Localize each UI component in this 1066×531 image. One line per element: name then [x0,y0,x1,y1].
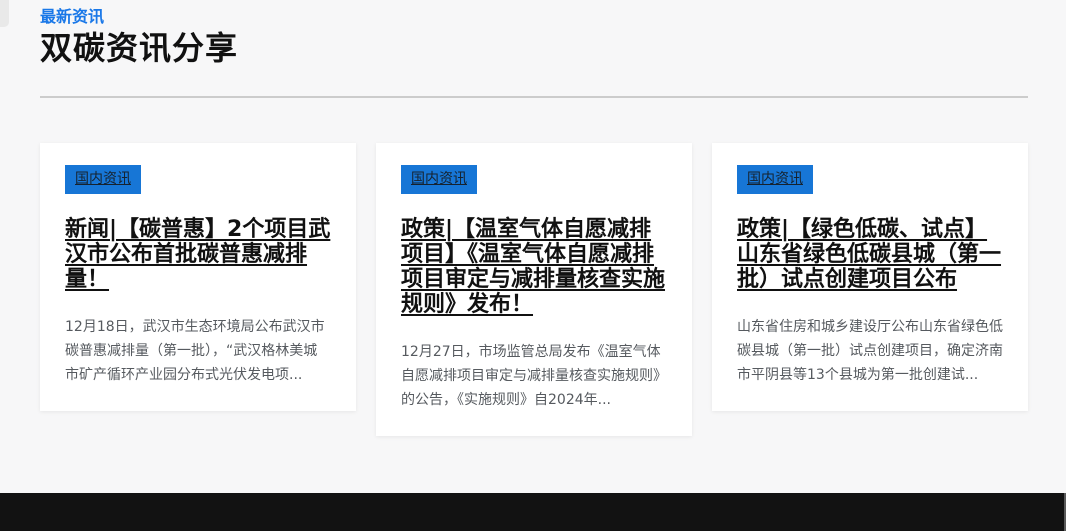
section-divider [40,96,1028,98]
section-header: 最新资讯 双碳资讯分享 [40,7,1028,65]
news-card-list: 国内资讯 新闻|【碳普惠】2个项目武汉市公布首批碳普惠减排量！ 12月18日，武… [40,143,1028,436]
category-badge[interactable]: 国内资讯 [401,165,477,194]
article-title-link[interactable]: 政策|【温室气体自愿减排项目】《温室气体自愿减排项目审定与减排量核查实施规则》发… [401,217,667,317]
news-card: 国内资讯 政策|【绿色低碳、试点】山东省绿色低碳县城（第一批）试点创建项目公布 … [712,143,1028,411]
news-card: 国内资讯 新闻|【碳普惠】2个项目武汉市公布首批碳普惠减排量！ 12月18日，武… [40,143,356,411]
news-card: 国内资讯 政策|【温室气体自愿减排项目】《温室气体自愿减排项目审定与减排量核查实… [376,143,692,436]
news-section: 最新资讯 双碳资讯分享 国内资讯 新闻|【碳普惠】2个项目武汉市公布首批碳普惠减… [0,0,1066,436]
article-title-link[interactable]: 新闻|【碳普惠】2个项目武汉市公布首批碳普惠减排量！ [65,217,331,292]
footer-bar [0,493,1066,531]
page-title: 双碳资讯分享 [40,31,1028,65]
article-excerpt: 山东省住房和城乡建设厅公布山东省绿色低碳县城（第一批）试点创建项目，确定济南市平… [737,315,1003,387]
category-badge[interactable]: 国内资讯 [65,165,141,194]
article-excerpt: 12月18日，武汉市生态环境局公布武汉市碳普惠减排量（第一批），“武汉格林美城市… [65,315,331,387]
corner-scroll-artifact [0,0,9,27]
section-eyebrow: 最新资讯 [40,7,1028,26]
category-badge[interactable]: 国内资讯 [737,165,813,194]
article-title-link[interactable]: 政策|【绿色低碳、试点】山东省绿色低碳县城（第一批）试点创建项目公布 [737,217,1003,292]
article-excerpt: 12月27日，市场监管总局发布《温室气体自愿减排项目审定与减排量核查实施规则》的… [401,340,667,412]
